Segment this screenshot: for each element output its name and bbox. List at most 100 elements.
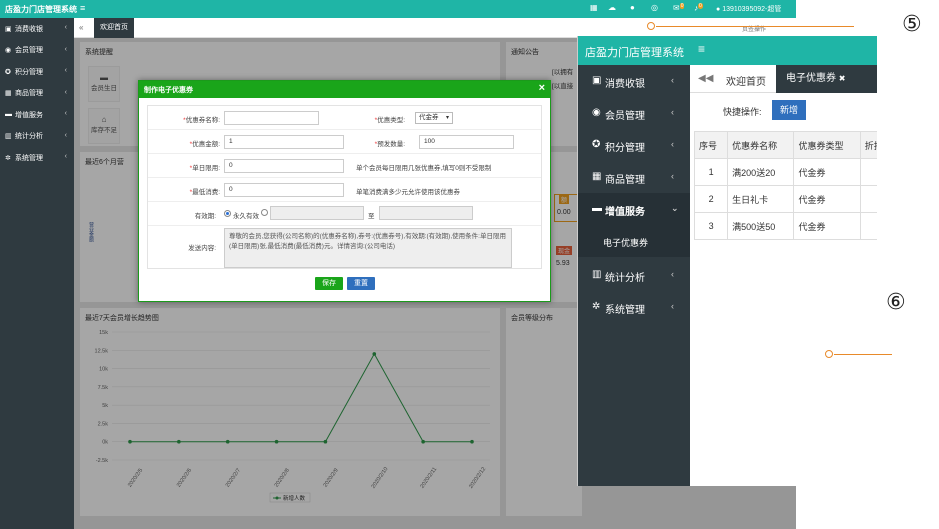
sidebar-item-cashier[interactable]: ▣ 消费收银 ‹ (0, 18, 74, 40)
sidebar-item-members[interactable]: ◉ 会员管理 ‹ (0, 40, 74, 62)
coupon-name-input[interactable] (224, 111, 319, 125)
sidebar-item-goods[interactable]: ▦ 商品管理 ‹ (578, 161, 690, 193)
form-row: *单日限用: 0 单个会员每日限用几张优惠券,填写0则不受限制 (148, 154, 541, 178)
chevron-left-icon: ‹ (64, 24, 67, 31)
sidebar-item-statistics[interactable]: ▥ 统计分析 ‹ (0, 126, 74, 148)
sidebar-item-label: 统计分析 (605, 273, 645, 284)
permanent-radio[interactable] (224, 210, 231, 217)
table-header-row: 序号 优惠券名称 优惠券类型 折扣 (693, 131, 877, 159)
send-content-textarea[interactable]: 尊敬的会员,您获得(公司名称)的(优惠券名称),券号:(优惠券号),有效期:(有… (224, 228, 512, 268)
member-icon: ◉ (5, 47, 12, 55)
user-account[interactable]: ● 13910395092-超管 (716, 4, 781, 14)
callout-line-5 (656, 26, 854, 27)
sidebar-item-label: 消费收银 (605, 79, 645, 90)
chevron-left-icon: ‹ (64, 88, 67, 96)
sidebar-item-cashier[interactable]: ▣ 消费收银 ‹ (578, 65, 690, 97)
chevron-left-icon: ‹ (671, 107, 674, 117)
cell-index: 3 (693, 212, 729, 240)
sidebar-item-value-added[interactable]: ▬ 增值服务 ⌄ (578, 193, 690, 225)
cell-index: 2 (693, 185, 729, 213)
goods-icon: ▦ (5, 90, 12, 98)
presend-count-label: *预发数量: (374, 141, 405, 148)
coupon-type-select[interactable]: 代金券 ▾ (415, 112, 453, 124)
presend-count-input[interactable]: 100 (419, 135, 514, 149)
chevron-left-icon: ‹ (64, 110, 67, 117)
sidebar-item-members[interactable]: ◉ 会员管理 ‹ (578, 97, 690, 129)
sidebar-item-value-added[interactable]: ▬ 增值服务 ‹ (0, 104, 74, 126)
coupon-modal: 制作电子优惠券 × *优惠券名称: *优惠类型: 代金券 ▾ *优惠金额: 1 *… (138, 80, 551, 302)
start-date-input[interactable] (270, 206, 364, 220)
table-row[interactable]: 3 满500送50 代金券 (693, 212, 877, 240)
sidebar-item-statistics[interactable]: ▥ 统计分析 ‹ (578, 259, 690, 291)
submenu-item-label: 电子优惠券 (603, 238, 649, 248)
sidebar-item-label: 消费收银 (15, 25, 43, 33)
grid-icon[interactable]: ▦ (590, 3, 598, 12)
table-row[interactable]: 1 满200送20 代金券 (693, 158, 877, 186)
tab-e-coupon[interactable]: 电子优惠券 ✖ (776, 65, 877, 93)
chevron-left-icon: ‹ (64, 67, 67, 74)
chevron-down-icon: ⌄ (671, 203, 679, 213)
cell-coupon-name: 生日礼卡 (727, 185, 795, 213)
chevron-left-icon: ‹ (671, 171, 674, 181)
tab-welcome[interactable]: 欢迎首页 (726, 73, 766, 88)
cell-coupon-type: 代金券 (793, 158, 861, 186)
cell-index: 1 (693, 158, 729, 186)
close-icon[interactable]: × (539, 82, 545, 94)
sidebar-item-goods[interactable]: ▦ 商品管理 ‹ (0, 83, 74, 105)
date-range-radio[interactable] (261, 209, 268, 216)
sidebar-item-label: 系统管理 (605, 305, 645, 316)
col-header[interactable]: 优惠券名称 (727, 131, 795, 159)
points-icon: ✪ (592, 139, 601, 150)
chevron-left-icon: ‹ (671, 301, 674, 311)
daily-limit-input[interactable]: 0 (224, 159, 344, 173)
statistics-icon: ▥ (592, 269, 602, 280)
refresh-icon[interactable]: ◎ (651, 3, 658, 12)
cashier-icon: ▣ (592, 75, 602, 86)
zoom-tab-bar: ◀◀ 欢迎首页 电子优惠券 ✖ (690, 65, 877, 93)
sidebar-item-points[interactable]: ✪ 积分管理 ‹ (578, 129, 690, 161)
close-icon[interactable]: ✖ (839, 74, 846, 83)
points-icon: ✪ (5, 68, 11, 76)
menu-toggle-icon[interactable]: ≡ (80, 3, 85, 13)
tab-welcome[interactable]: 欢迎首页 (94, 18, 134, 38)
sidebar-item-label: 增值服务 (605, 207, 645, 218)
member-icon: ◉ (592, 107, 601, 118)
reset-button[interactable]: 重置 (347, 277, 375, 290)
cloud-icon[interactable]: ☁ (608, 3, 616, 12)
callout-dot-6 (825, 350, 833, 358)
tab-bar: « 欢迎首页 页签操作 (74, 18, 796, 38)
col-header[interactable]: 折扣 (859, 131, 877, 159)
cell-coupon-type: 代金券 (793, 212, 861, 240)
permanent-label: 永久有效 (233, 213, 259, 220)
sidebar-item-system[interactable]: ✲ 系统管理 ‹ (0, 147, 74, 169)
end-date-input[interactable] (379, 206, 473, 220)
tab-scroll-left-icon[interactable]: « (79, 23, 83, 32)
chat-icon[interactable]: ● (630, 3, 635, 12)
add-coupon-button[interactable]: 新增 (772, 100, 806, 120)
submenu-item-e-coupon[interactable]: 电子优惠券 (578, 225, 690, 257)
form-row: 有效期: 永久有效 至 (148, 202, 541, 226)
modal-header: 制作电子优惠券 × (139, 81, 550, 98)
user-name: 13910395092-超管 (722, 6, 782, 13)
chevron-left-icon: ‹ (64, 45, 67, 53)
tab-scroll-left-icon[interactable]: ◀◀ (698, 73, 713, 84)
mail-icon[interactable]: ✉0 (673, 3, 685, 13)
chevron-left-icon: ‹ (64, 153, 67, 160)
save-button[interactable]: 保存 (315, 277, 343, 290)
coupon-amount-input[interactable]: 1 (224, 135, 344, 149)
chevron-left-icon: ‹ (671, 269, 674, 279)
coupon-amount-label: *优惠金额: (189, 141, 220, 148)
sidebar-item-label: 积分管理 (605, 143, 645, 154)
table-row[interactable]: 2 生日礼卡 代金券 (693, 185, 877, 213)
zoom-sidebar: ▣ 消费收银 ‹ ◉ 会员管理 ‹ ✪ 积分管理 ‹ ▦ 商品管理 ‹ ▬ 增值服务 ⌄ 电子优惠券… (578, 65, 690, 486)
menu-toggle-icon[interactable]: ≡ (698, 42, 705, 56)
sidebar-item-system[interactable]: ✲ 系统管理 ‹ (578, 291, 690, 323)
min-consume-input[interactable]: 0 (224, 183, 344, 197)
col-header[interactable]: 优惠券类型 (793, 131, 861, 159)
sidebar-item-points[interactable]: ✪ 积分管理 ‹ (0, 61, 74, 83)
cell-discount (859, 185, 877, 213)
coupon-name-label: *优惠券名称: (183, 117, 220, 124)
col-header[interactable]: 序号 (693, 131, 729, 159)
bell-icon[interactable]: ♪0 (694, 3, 703, 13)
coupon-type-label: *优惠类型: (374, 117, 405, 124)
